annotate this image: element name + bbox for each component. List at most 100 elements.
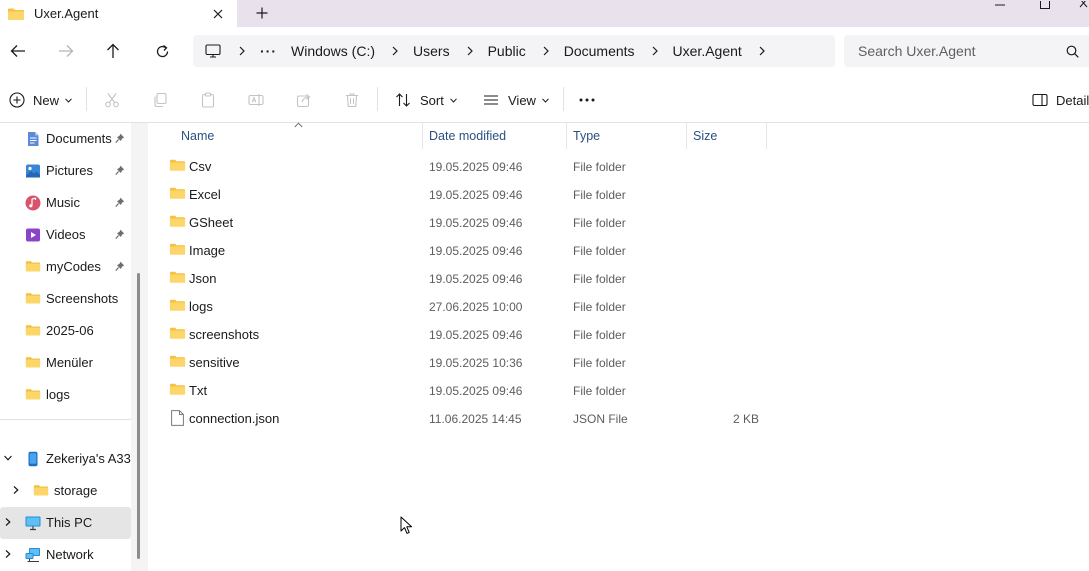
- column-header-type[interactable]: Type: [573, 123, 600, 149]
- table-row[interactable]: screenshots 19.05.2025 09:46 File folder: [164, 320, 764, 348]
- sidebar-item-documents[interactable]: Documents: [0, 123, 131, 155]
- paste-button[interactable]: [200, 88, 216, 112]
- chevron-down-icon[interactable]: [3, 453, 13, 463]
- breadcrumb-overflow[interactable]: ···: [260, 43, 277, 59]
- minimize-icon[interactable]: [993, 0, 1007, 10]
- breadcrumb-drive[interactable]: Windows (C:): [291, 43, 375, 59]
- sidebar-item-pictures[interactable]: Pictures: [0, 155, 131, 187]
- view-button[interactable]: View: [483, 88, 549, 112]
- chevron-right-icon[interactable]: [462, 46, 478, 56]
- search-icon[interactable]: [1066, 45, 1079, 58]
- sidebar-item-2025-06[interactable]: 2025-06: [0, 315, 131, 347]
- share-button[interactable]: [296, 88, 312, 112]
- chevron-right-icon[interactable]: [647, 46, 663, 56]
- sidebar-scrollbar[interactable]: [131, 123, 148, 571]
- column-header-name[interactable]: Name: [181, 123, 214, 149]
- breadcrumb-documents[interactable]: Documents: [564, 43, 635, 59]
- this-pc-icon[interactable]: [205, 44, 221, 58]
- details-button[interactable]: Details: [1032, 88, 1089, 112]
- table-row[interactable]: Excel 19.05.2025 09:46 File folder: [164, 180, 764, 208]
- delete-button[interactable]: [344, 88, 360, 112]
- sort-ascending-icon: [294, 122, 303, 128]
- sidebar-item-device[interactable]: Zekeriya's A33: [0, 443, 131, 475]
- file-date: 19.05.2025 09:46: [429, 188, 523, 202]
- column-separator[interactable]: [686, 123, 687, 149]
- chevron-right-icon[interactable]: [387, 46, 403, 56]
- scrollbar-thumb[interactable]: [137, 273, 140, 559]
- cut-button[interactable]: [104, 88, 120, 112]
- chevron-down-icon: [542, 97, 549, 103]
- chevron-right-icon[interactable]: [3, 517, 13, 527]
- more-icon: [579, 98, 595, 102]
- sidebar-item-storage[interactable]: storage: [0, 475, 131, 507]
- sidebar-item-label: Pictures: [46, 163, 93, 178]
- chevron-right-icon[interactable]: [754, 46, 770, 56]
- table-row[interactable]: Csv 19.05.2025 09:46 File folder: [164, 152, 764, 180]
- chevron-right-icon[interactable]: [234, 46, 250, 56]
- search-input[interactable]: Search Uxer.Agent: [858, 43, 1066, 59]
- sidebar-item-logs[interactable]: logs: [0, 379, 131, 411]
- column-header-date[interactable]: Date modified: [429, 123, 506, 149]
- chevron-right-icon[interactable]: [11, 485, 21, 495]
- breadcrumb-users[interactable]: Users: [413, 43, 450, 59]
- rename-button[interactable]: [248, 88, 264, 112]
- column-separator[interactable]: [422, 123, 423, 149]
- up-arrow-icon[interactable]: [100, 39, 126, 63]
- chevron-right-icon[interactable]: [3, 549, 13, 559]
- sidebar-item-music[interactable]: Music: [0, 187, 131, 219]
- new-tab-icon[interactable]: [250, 2, 274, 24]
- sidebar-item-menuler[interactable]: Menüler: [0, 347, 131, 379]
- file-date: 19.05.2025 09:46: [429, 216, 523, 230]
- sidebar-item-label: logs: [46, 387, 70, 402]
- sidebar-item-network[interactable]: Network: [0, 539, 131, 571]
- file-type: JSON File: [573, 412, 628, 426]
- more-options-button[interactable]: [579, 88, 595, 112]
- phone-icon: [25, 451, 41, 467]
- breadcrumb-public[interactable]: Public: [488, 43, 526, 59]
- sidebar-item-label: This PC: [46, 515, 93, 530]
- folder-icon: [33, 483, 49, 499]
- file-date: 19.05.2025 09:46: [429, 272, 523, 286]
- maximize-icon[interactable]: [1039, 0, 1051, 10]
- close-tab-icon[interactable]: [207, 3, 229, 25]
- mouse-cursor-icon: [400, 516, 413, 535]
- forward-arrow-icon[interactable]: [53, 39, 79, 63]
- folder-icon: [25, 387, 41, 403]
- chevron-down-icon: [65, 97, 72, 103]
- sort-button[interactable]: Sort: [395, 88, 457, 112]
- sidebar-item-mycodes[interactable]: myCodes: [0, 251, 131, 283]
- refresh-icon[interactable]: [149, 39, 175, 63]
- sidebar-item-label: 2025-06: [46, 323, 94, 338]
- breadcrumb[interactable]: ··· Windows (C:) Users Public Documents …: [193, 35, 835, 67]
- column-separator[interactable]: [566, 123, 567, 149]
- copy-button[interactable]: [152, 88, 168, 112]
- column-separator[interactable]: [766, 123, 767, 149]
- details-label: Details: [1056, 92, 1089, 108]
- new-button[interactable]: New: [9, 88, 72, 112]
- sidebar-item-videos[interactable]: Videos: [0, 219, 131, 251]
- tab-uxer-agent[interactable]: Uxer.Agent: [0, 0, 237, 27]
- file-size: 2 KB: [732, 412, 759, 426]
- sidebar-item-this-pc[interactable]: This PC: [0, 507, 131, 539]
- close-window-icon[interactable]: [1078, 0, 1089, 10]
- back-arrow-icon[interactable]: [5, 39, 31, 63]
- search-box[interactable]: Search Uxer.Agent: [844, 35, 1089, 67]
- table-row[interactable]: GSheet 19.05.2025 09:46 File folder: [164, 208, 764, 236]
- sidebar-item-label: Menüler: [46, 355, 93, 370]
- breadcrumb-uxer-agent[interactable]: Uxer.Agent: [673, 43, 742, 59]
- table-row[interactable]: connection.json 11.06.2025 14:45 JSON Fi…: [164, 404, 764, 432]
- table-row[interactable]: sensitive 19.05.2025 10:36 File folder: [164, 348, 764, 376]
- table-row[interactable]: Json 19.05.2025 09:46 File folder: [164, 264, 764, 292]
- pin-icon: [115, 197, 125, 208]
- table-row[interactable]: Txt 19.05.2025 09:46 File folder: [164, 376, 764, 404]
- sidebar-item-screenshots[interactable]: Screenshots: [0, 283, 131, 315]
- chevron-right-icon[interactable]: [538, 46, 554, 56]
- file-name: Image: [189, 243, 226, 258]
- table-row[interactable]: Image 19.05.2025 09:46 File folder: [164, 236, 764, 264]
- column-header-size[interactable]: Size: [693, 123, 717, 149]
- table-row[interactable]: logs 27.06.2025 10:00 File folder: [164, 292, 764, 320]
- details-pane-icon: [1032, 93, 1048, 107]
- navigation-pane: Documents Pictures Music Videos myCodes …: [0, 123, 131, 571]
- plus-circle-icon: [9, 92, 25, 108]
- folder-icon: [169, 382, 186, 396]
